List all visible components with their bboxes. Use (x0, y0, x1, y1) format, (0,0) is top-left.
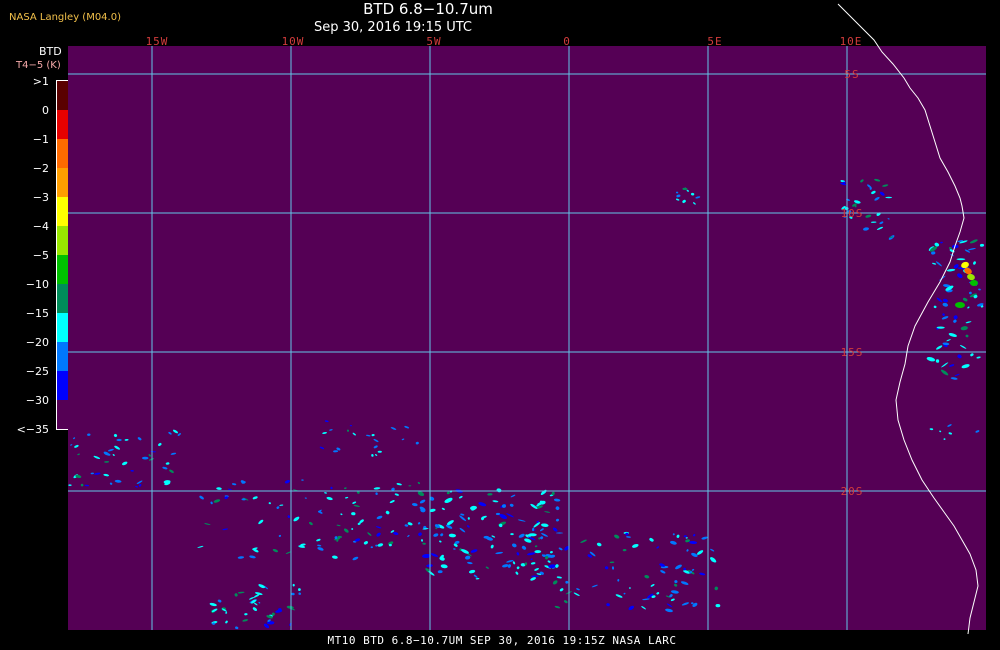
cloud-speck (555, 532, 564, 534)
lat-label-5s: 5S (844, 68, 859, 81)
footer-caption: MT10 BTD 6.8−10.7UM SEP 30, 2016 19:15Z … (327, 634, 677, 647)
lon-label-5w: 5W (426, 35, 441, 48)
lat-label-15s: 15S (841, 346, 864, 359)
cloud-speck (349, 425, 353, 427)
satellite-map[interactable]: 15W 10W 5W 0 5E 10E 5S 10S 15S 20S (0, 0, 1000, 650)
cloud-speck (377, 450, 382, 453)
lon-label-10w: 10W (282, 35, 305, 48)
map-background (68, 46, 986, 630)
lon-label-0: 0 (563, 35, 571, 48)
cloud-speck (530, 575, 540, 577)
lat-label-10s: 10S (841, 207, 864, 220)
cloud-speck (956, 258, 966, 261)
lon-label-5e: 5E (707, 35, 722, 48)
lon-label-15w: 15W (146, 35, 169, 48)
cloud-speck (528, 533, 537, 537)
lat-label-20s: 20S (841, 485, 864, 498)
lon-label-10e: 10E (840, 35, 863, 48)
